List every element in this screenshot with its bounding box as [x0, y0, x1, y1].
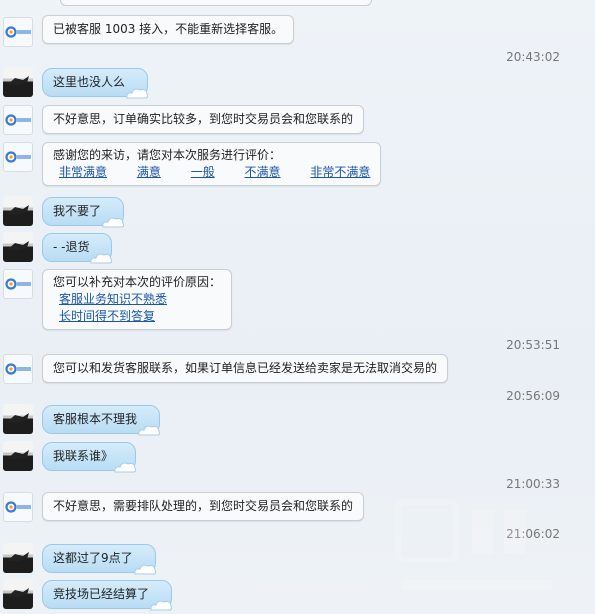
message-text: 已被客服 1003 接入，不能重新选择客服。: [53, 22, 284, 36]
user-message: 我联系谁》: [42, 442, 137, 473]
message-text: 我不要了: [53, 204, 102, 218]
reason-no-reply-link[interactable]: 长时间得不到答复: [59, 309, 155, 323]
user-avatar: [3, 404, 33, 434]
cloud-icon: [90, 253, 113, 264]
message-text: 您可以和发货客服联系，如果订单信息已经发送给卖家是无法取消交易的: [53, 361, 438, 375]
user-avatar: [3, 543, 33, 573]
cloud-icon: [126, 88, 149, 99]
trade-logo-icon: [5, 363, 31, 375]
rating-prompt: 感谢您的来访，请您对本次服务进行评价： 非常满意 满意 一般 不满意 非常不满意: [42, 142, 382, 186]
rating-very-satisfied-link[interactable]: 非常满意: [59, 165, 107, 179]
rating-unsatisfied-link[interactable]: 不满意: [245, 165, 281, 179]
message-text: 感谢您的来访，请您对本次服务进行评价：: [53, 148, 282, 162]
trade-logo-icon: [5, 26, 31, 38]
user-message: 我不要了: [42, 197, 125, 228]
service-message: 已被客服 1003 接入，不能重新选择客服。: [42, 15, 295, 44]
user-avatar: [3, 196, 33, 226]
bird-silhouette-icon: [7, 588, 29, 597]
message-text: 竞技场已经结算了: [53, 587, 150, 601]
bird-silhouette-icon: [7, 205, 29, 214]
message-text: 我联系谁》: [53, 449, 114, 463]
service-message: 不好意思，需要排队处理的，到您时交易员会和您联系的: [42, 492, 365, 521]
user-message: 这都过了9点了: [42, 544, 156, 575]
message-text: 您可以补充对本次的评价原因：: [53, 275, 222, 289]
bird-silhouette-icon: [7, 450, 29, 459]
timestamp: 20:43:02: [506, 50, 560, 64]
user-message: - -退货: [42, 233, 113, 264]
service-avatar: [3, 17, 33, 47]
cloud-icon: [150, 600, 173, 611]
message-text: 这都过了9点了: [53, 551, 133, 565]
cloud-icon: [138, 425, 161, 436]
service-avatar: [3, 354, 33, 384]
service-avatar: [3, 142, 33, 172]
user-avatar: [3, 67, 33, 97]
cloud-icon: [114, 462, 137, 473]
message-text: 客服根本不理我: [53, 412, 138, 426]
reason-knowledge-link[interactable]: 客服业务知识不熟悉: [59, 292, 167, 306]
message-text: - -退货: [53, 240, 90, 254]
watermark-logo: [395, 499, 552, 590]
trade-logo-icon: [5, 278, 31, 290]
user-avatar: [3, 579, 33, 609]
message-text: 不好意思，需要排队处理的，到您时交易员会和您联系的: [53, 499, 354, 513]
user-message: 竞技场已经结算了: [42, 580, 173, 611]
service-avatar: [3, 269, 33, 299]
user-message: 这里也没人么: [42, 68, 149, 99]
service-avatar: [3, 105, 33, 135]
timestamp: 20:53:51: [506, 338, 560, 352]
user-avatar: [3, 441, 33, 471]
timestamp: 21:00:33: [506, 477, 560, 491]
message-text: 不好意思，订单确实比较多，到您时交易员会和您联系的: [53, 112, 354, 126]
service-message: 不好意思，订单确实比较多，到您时交易员会和您联系的: [42, 105, 365, 134]
previous-bubble-edge: [60, 0, 372, 6]
message-text: 这里也没人么: [53, 75, 126, 89]
trade-logo-icon: [5, 501, 31, 513]
rating-neutral-link[interactable]: 一般: [191, 165, 215, 179]
rating-very-unsatisfied-link[interactable]: 非常不满意: [310, 165, 370, 179]
rating-satisfied-link[interactable]: 满意: [137, 165, 161, 179]
user-message: 客服根本不理我: [42, 405, 161, 436]
trade-logo-icon: [5, 151, 31, 163]
bird-silhouette-icon: [7, 552, 29, 561]
bird-silhouette-icon: [7, 76, 29, 85]
cloud-icon: [102, 217, 125, 228]
bird-silhouette-icon: [7, 413, 29, 422]
bird-silhouette-icon: [7, 241, 29, 250]
user-avatar: [3, 232, 33, 262]
timestamp: 20:56:09: [506, 389, 560, 403]
service-message: 您可以和发货客服联系，如果订单信息已经发送给卖家是无法取消交易的: [42, 354, 449, 383]
reason-prompt: 您可以补充对本次的评价原因： 客服业务知识不熟悉 长时间得不到答复: [42, 269, 233, 330]
trade-logo-icon: [5, 114, 31, 126]
cloud-icon: [134, 564, 156, 575]
service-avatar: [3, 492, 33, 522]
